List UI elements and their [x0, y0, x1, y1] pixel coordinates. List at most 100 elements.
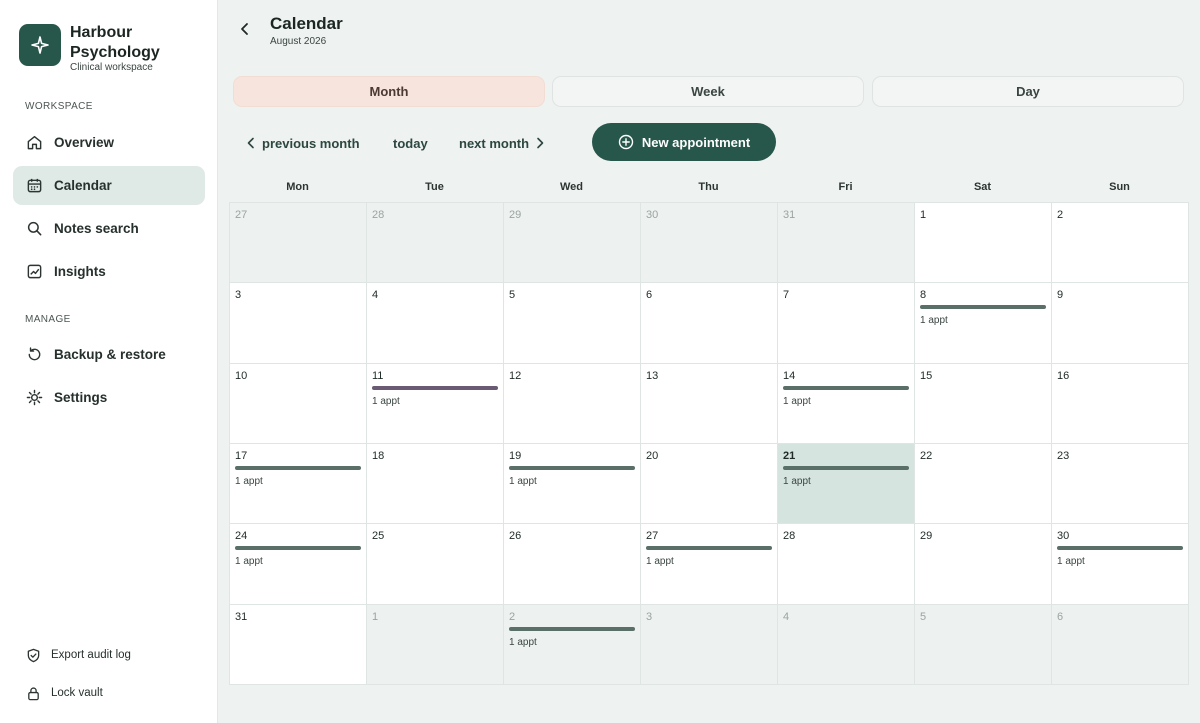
calendar-day-cell[interactable]: 1: [915, 203, 1051, 283]
appointment-bar[interactable]: [509, 626, 635, 631]
weekday-thu: Thu: [698, 181, 719, 193]
appointment-bar[interactable]: [646, 546, 772, 551]
calendar-day-cell[interactable]: 20: [641, 444, 777, 524]
calendar-day-cell[interactable]: 26: [504, 524, 640, 604]
appointment-bar[interactable]: [1057, 546, 1183, 551]
sidebar-item-backup-restore[interactable]: Backup & restore: [13, 335, 205, 374]
calendar-day-cell[interactable]: 6: [641, 283, 777, 363]
calendar-day-cell[interactable]: 11 1 appt: [367, 363, 503, 443]
appointment-bar[interactable]: [920, 305, 1046, 310]
day-number: 28: [372, 209, 385, 221]
weekday-sat: Sat: [973, 181, 992, 193]
calendar-day-cell[interactable]: 31: [230, 604, 366, 684]
calendar-day-cell[interactable]: 17 1 appt: [230, 444, 366, 524]
sidebar-item-notes-search[interactable]: Notes search: [13, 209, 205, 248]
calendar-day-cell[interactable]: 4: [778, 604, 914, 684]
sidebar-item-insights[interactable]: Insights: [13, 252, 205, 291]
calendar-day-cell[interactable]: 16: [1052, 363, 1188, 443]
day-number: 11: [372, 369, 384, 382]
calendar-day-cell[interactable]: 3: [641, 604, 777, 684]
appointment-bar[interactable]: [783, 466, 909, 470]
calendar-day-cell[interactable]: 5: [504, 283, 640, 363]
plus-circle-icon: [618, 134, 634, 150]
sidebar-item-label: Overview: [54, 135, 115, 150]
calendar-day-cell[interactable]: 7: [778, 283, 914, 363]
appointment-count: 1 appt: [509, 476, 537, 487]
appointment-count: 1 appt: [646, 556, 674, 568]
calendar-day-cell[interactable]: 12: [504, 363, 640, 443]
calendar-day-cell[interactable]: 6: [1052, 604, 1188, 684]
day-number: 2: [1057, 209, 1064, 221]
calendar-day-cell[interactable]: 27: [230, 203, 366, 283]
calendar-day-cell[interactable]: 22: [915, 444, 1051, 524]
lock-icon: [25, 685, 41, 701]
next-month-label: next month: [459, 135, 530, 151]
weekday-tue: Tue: [425, 181, 444, 193]
calendar-day-cell[interactable]: 4: [367, 283, 503, 363]
lock-vault-link[interactable]: Lock vault: [25, 685, 103, 701]
today-button[interactable]: today: [393, 134, 428, 152]
calendar-day-cell[interactable]: 28: [778, 524, 914, 604]
day-number: 12: [509, 369, 522, 382]
tab-week[interactable]: Week: [552, 76, 864, 107]
calendar-day-cell[interactable]: 30 1 appt: [1052, 524, 1188, 604]
calendar-day-cell[interactable]: 18: [367, 444, 503, 524]
calendar-day-cell-today[interactable]: 21 1 appt: [778, 444, 914, 524]
day-number: 20: [646, 450, 659, 462]
calendar-day-cell[interactable]: 2 1 appt: [504, 604, 640, 684]
day-number: 1: [920, 209, 927, 221]
calendar-day-cell[interactable]: 2: [1052, 203, 1188, 283]
new-appointment-button[interactable]: New appointment: [592, 123, 776, 161]
calendar-day-cell[interactable]: 10: [230, 363, 366, 443]
appointment-count: 1 appt: [509, 636, 537, 648]
calendar-day-cell[interactable]: 27 1 appt: [641, 524, 777, 604]
appointment-count: 1 appt: [920, 315, 948, 327]
workspace-section-label: WORKSPACE: [25, 101, 93, 112]
calendar-day-cell[interactable]: 29: [504, 203, 640, 283]
chevron-left-icon: [241, 23, 248, 35]
day-number: 3: [646, 610, 653, 623]
appointment-bar[interactable]: [372, 385, 498, 390]
next-month-button[interactable]: next month: [459, 134, 545, 152]
calendar-day-cell[interactable]: 15: [915, 363, 1051, 443]
day-number: 5: [509, 289, 516, 302]
tab-day[interactable]: Day: [872, 76, 1184, 107]
restore-icon: [25, 346, 43, 364]
day-number: 4: [372, 289, 379, 302]
calendar-day-cell[interactable]: 23: [1052, 444, 1188, 524]
previous-month-button[interactable]: previous month: [246, 134, 360, 152]
calendar-day-cell[interactable]: 8 1 appt: [915, 283, 1051, 363]
sidebar-item-overview[interactable]: Overview: [13, 123, 205, 162]
weekday-fri: Fri: [838, 181, 853, 193]
appointment-bar[interactable]: [783, 385, 909, 390]
sidebar-item-settings[interactable]: Settings: [13, 378, 205, 417]
calendar-day-cell[interactable]: 13: [641, 363, 777, 443]
appointment-bar[interactable]: [509, 466, 635, 470]
calendar-day-cell[interactable]: 3: [230, 283, 366, 363]
month-grid: 27 28 29 30 31 1 2 3 4 5 6 7 8 1 appt 9 10 11 1 appt 12 13 1…: [229, 202, 1189, 685]
sidebar-item-label: Notes search: [54, 221, 139, 236]
calendar-day-cell[interactable]: 14 1 appt: [778, 363, 914, 443]
back-button[interactable]: [234, 18, 256, 40]
calendar-day-cell[interactable]: 31: [778, 203, 914, 283]
appointment-bar[interactable]: [235, 546, 361, 551]
day-number: 7: [783, 289, 790, 302]
calendar-day-cell[interactable]: 19 1 appt: [504, 444, 640, 524]
tab-month[interactable]: Month: [233, 76, 545, 107]
calendar-day-cell[interactable]: 29: [915, 524, 1051, 604]
calendar-day-cell[interactable]: 24 1 appt: [230, 524, 366, 604]
calendar-day-cell[interactable]: 9: [1052, 283, 1188, 363]
sidebar-item-calendar[interactable]: Calendar: [13, 166, 205, 205]
calendar-day-cell[interactable]: 25: [367, 524, 503, 604]
day-number: 15: [920, 369, 933, 382]
gear-icon: [25, 389, 43, 407]
calendar-day-cell[interactable]: 5: [915, 604, 1051, 684]
export-audit-log-link[interactable]: Export audit log: [25, 647, 131, 663]
calendar-day-cell[interactable]: 30: [641, 203, 777, 283]
sidebar-item-label: Backup & restore: [54, 347, 166, 362]
appointment-bar[interactable]: [235, 466, 361, 470]
day-number: 19: [509, 450, 522, 462]
day-number: 18: [372, 450, 385, 462]
calendar-day-cell[interactable]: 28: [367, 203, 503, 283]
calendar-day-cell[interactable]: 1: [367, 604, 503, 684]
